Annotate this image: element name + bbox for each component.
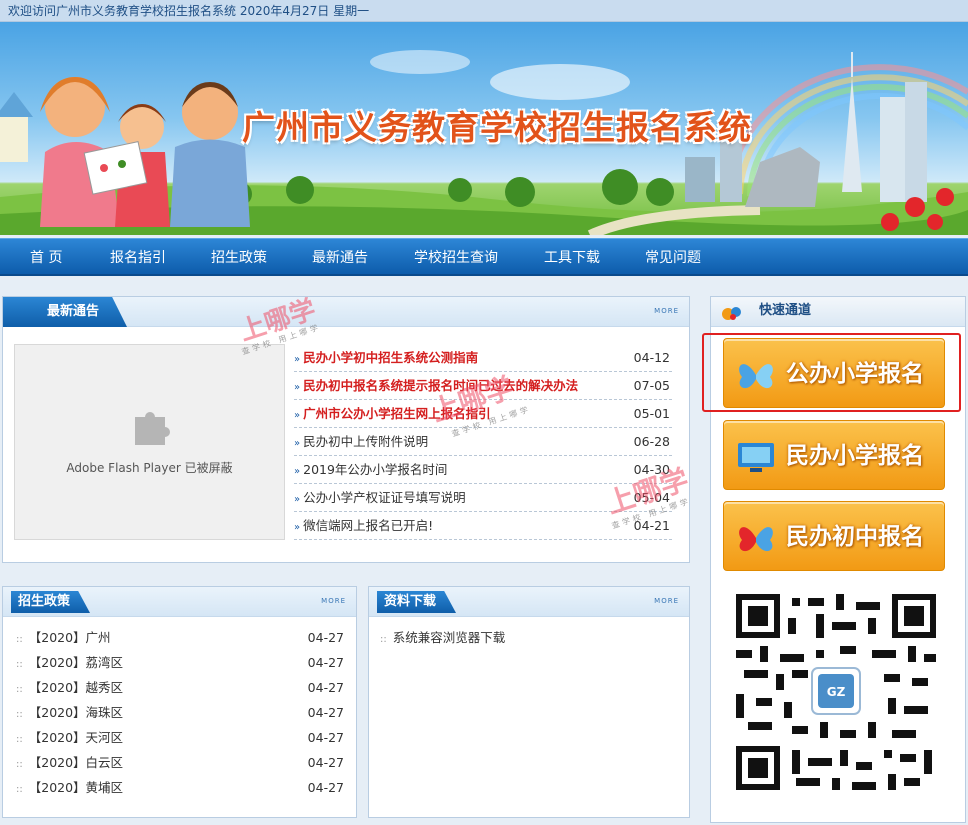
policy-item-date: 04-27 — [307, 680, 344, 695]
news-item-date: 07-05 — [633, 378, 670, 393]
button-label: 公办小学报名 — [786, 361, 924, 387]
policy-item[interactable]: :: 【2020】海珠区 04-27 — [16, 700, 344, 725]
double-arrow-icon: » — [294, 438, 301, 449]
policy-item-title[interactable]: 【2020】广州 — [29, 630, 111, 645]
policy-item-title[interactable]: 【2020】海珠区 — [29, 705, 123, 720]
downloads-panel-title: 资料下载 — [377, 591, 457, 613]
private-primary-registration-button[interactable]: 民办小学报名 — [723, 420, 945, 490]
policy-item-date: 04-27 — [307, 630, 344, 645]
bullet-icon: :: — [16, 759, 23, 770]
news-item-date: 05-01 — [633, 406, 670, 421]
downloads-panel: 资料下载 MORE — [368, 586, 690, 818]
news-item-title[interactable]: 民办小学初中招生系统公测指南 — [303, 350, 478, 365]
bullet-icon: :: — [16, 784, 23, 795]
nav-latest-notices[interactable]: 最新通告 — [312, 239, 368, 277]
policy-item-date: 04-27 — [307, 655, 344, 670]
nav-faq[interactable]: 常见问题 — [645, 239, 701, 277]
double-arrow-icon: » — [294, 382, 301, 393]
monitor-icon — [738, 443, 774, 472]
double-arrow-icon: » — [294, 522, 301, 533]
plugin-puzzle-icon — [135, 412, 170, 445]
news-item[interactable]: » 民办初中上传附件说明 06-28 — [294, 428, 672, 456]
policy-item-date: 04-27 — [307, 730, 344, 745]
bullet-icon: :: — [16, 709, 23, 720]
button-label: 民办小学报名 — [786, 443, 924, 469]
bullet-icon: :: — [16, 659, 23, 670]
policy-item-title[interactable]: 【2020】荔湾区 — [29, 655, 123, 670]
private-junior-registration-button[interactable]: 民办初中报名 — [723, 501, 945, 571]
news-item-date: 06-28 — [633, 434, 670, 449]
bullet-icon: :: — [16, 734, 23, 745]
policy-panel-title: 招生政策 — [11, 591, 91, 613]
quick-access-header: 快速通道 — [711, 297, 965, 327]
news-item-title[interactable]: 微信端网上报名已开启! — [303, 518, 433, 533]
policy-item[interactable]: :: 【2020】白云区 04-27 — [16, 750, 344, 775]
policy-item[interactable]: :: 【2020】荔湾区 04-27 — [16, 650, 344, 675]
butterfly-icon — [739, 364, 773, 389]
policy-item-title[interactable]: 【2020】黄埔区 — [29, 780, 123, 795]
policy-item-date: 04-27 — [307, 780, 344, 795]
news-panel-header: 最新通告 MORE — [3, 297, 689, 327]
download-item[interactable]: :: 系统兼容浏览器下载 — [380, 625, 680, 650]
news-panel-title: 最新通告 — [3, 297, 128, 327]
flash-blocked-message: Adobe Flash Player 已被屏蔽 — [66, 461, 233, 475]
policy-item[interactable]: :: 【2020】广州 04-27 — [16, 625, 344, 650]
header-banner: 广州市义务教育学校招生报名系统 — [0, 22, 968, 235]
news-item-date: 04-12 — [633, 350, 670, 365]
news-item[interactable]: » 民办小学初中招生系统公测指南 04-12 — [294, 344, 672, 372]
download-item-title[interactable]: 系统兼容浏览器下载 — [393, 630, 506, 645]
nav-admission-policy[interactable]: 招生政策 — [211, 239, 267, 277]
policy-item[interactable]: :: 【2020】越秀区 04-27 — [16, 675, 344, 700]
button-label: 民办初中报名 — [786, 524, 924, 550]
main-nav: 首 页 报名指引 招生政策 最新通告 学校招生查询 工具下载 常见问题 — [0, 238, 968, 276]
news-more-link[interactable]: MORE — [654, 307, 679, 315]
policy-panel-header: 招生政策 MORE — [3, 587, 356, 617]
news-item-title[interactable]: 民办初中上传附件说明 — [303, 434, 428, 449]
policy-item-title[interactable]: 【2020】天河区 — [29, 730, 123, 745]
qr-badge-text: GZ — [827, 685, 846, 699]
nav-school-query[interactable]: 学校招生查询 — [414, 239, 498, 277]
policy-item[interactable]: :: 【2020】黄埔区 04-27 — [16, 775, 344, 800]
policy-item[interactable]: :: 【2020】天河区 04-27 — [16, 725, 344, 750]
double-arrow-icon: » — [294, 494, 301, 505]
bullet-icon: :: — [16, 634, 23, 645]
double-arrow-icon: » — [294, 354, 301, 365]
flash-placeholder: Adobe Flash Player 已被屏蔽 — [14, 344, 285, 540]
butterfly-icon — [739, 527, 773, 552]
bullet-icon: :: — [16, 684, 23, 695]
nav-registration-guide[interactable]: 报名指引 — [110, 239, 166, 277]
news-item-title[interactable]: 公办小学产权证证号填写说明 — [303, 490, 466, 505]
bullet-icon: :: — [380, 634, 387, 645]
news-item-title[interactable]: 2019年公办小学报名时间 — [303, 462, 447, 477]
banner-title: 广州市义务教育学校招生报名系统 — [242, 108, 752, 147]
nav-home[interactable]: 首 页 — [30, 239, 62, 277]
policy-more-link[interactable]: MORE — [321, 597, 346, 605]
downloads-more-link[interactable]: MORE — [654, 597, 679, 605]
quick-access-icon — [722, 307, 741, 320]
double-arrow-icon: » — [294, 410, 301, 421]
public-primary-registration-button[interactable]: 公办小学报名 — [723, 338, 945, 408]
downloads-panel-header: 资料下载 MORE — [369, 587, 689, 617]
policy-item-date: 04-27 — [307, 705, 344, 720]
nav-tool-download[interactable]: 工具下载 — [544, 239, 600, 277]
policy-item-title[interactable]: 【2020】白云区 — [29, 755, 123, 770]
quick-access-title: 快速通道 — [759, 303, 812, 318]
qr-code: GZ — [736, 594, 936, 790]
double-arrow-icon: » — [294, 466, 301, 477]
policy-item-date: 04-27 — [307, 755, 344, 770]
policy-item-title[interactable]: 【2020】越秀区 — [29, 680, 123, 695]
welcome-bar: 欢迎访问广州市义务教育学校招生报名系统 2020年4月27日 星期一 — [0, 0, 968, 22]
